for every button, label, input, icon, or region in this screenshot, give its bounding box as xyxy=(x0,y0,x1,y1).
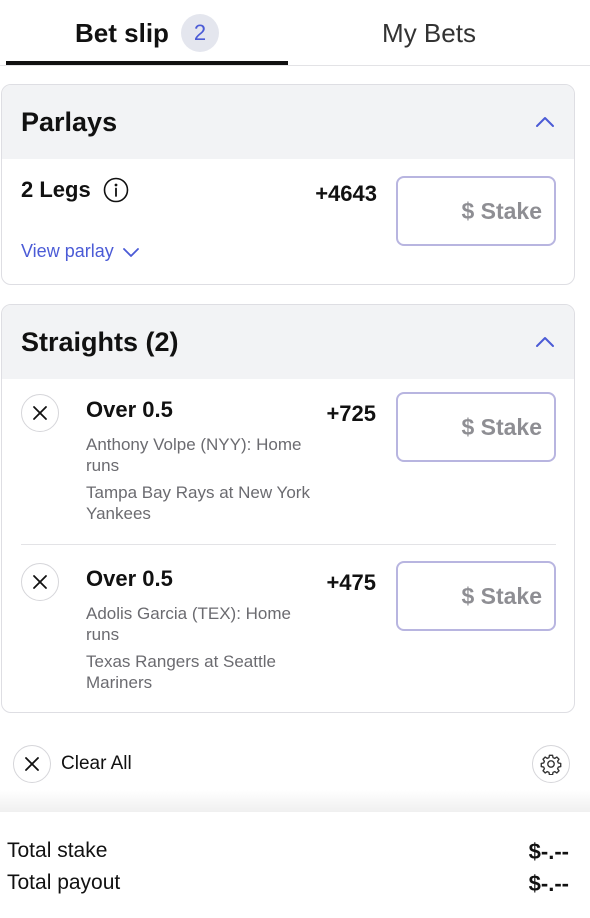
bet-stake-input[interactable] xyxy=(396,561,556,631)
clear-all-button[interactable]: Clear All xyxy=(13,745,132,783)
straights-section: Straights (2) Over 0.5 +725 Anthony Volp… xyxy=(1,304,575,713)
total-stake-label: Total stake xyxy=(7,839,108,862)
straights-header[interactable]: Straights (2) xyxy=(2,305,574,379)
settings-button[interactable] xyxy=(532,745,570,783)
parlay-legs: 2 Legs xyxy=(21,177,129,203)
total-stake-row: Total stake $-.-- xyxy=(7,839,569,865)
view-parlay-label: View parlay xyxy=(21,241,114,261)
chevron-up-icon[interactable] xyxy=(534,331,556,353)
tab-bet-slip[interactable]: Bet slip 2 xyxy=(6,0,288,66)
bet-divider xyxy=(21,544,556,545)
bet-event: Texas Rangers at Seattle Mariners xyxy=(86,652,276,692)
close-icon xyxy=(25,757,39,771)
active-tab-indicator xyxy=(6,61,288,65)
bet-odds: +475 xyxy=(326,570,376,595)
bet-slip-tabs: Bet slip 2 My Bets xyxy=(0,0,590,66)
bet-market: Adolis Garcia (TEX): Home runs xyxy=(86,604,291,644)
bet-selection: Over 0.5 xyxy=(86,397,173,422)
chevron-up-icon[interactable] xyxy=(534,111,556,133)
info-icon[interactable] xyxy=(103,177,129,203)
parlays-title: Parlays xyxy=(21,106,118,137)
view-parlay-link[interactable]: View parlay xyxy=(21,241,140,262)
parlay-stake-input[interactable] xyxy=(396,176,556,246)
parlay-legs-label: 2 Legs xyxy=(21,177,91,202)
tab-my-bets-label: My Bets xyxy=(382,17,476,48)
totals-footer: Total stake $-.-- Total payout $-.-- xyxy=(0,812,590,918)
tab-bet-slip-label: Bet slip xyxy=(75,17,169,48)
straights-title: Straights (2) xyxy=(21,326,179,357)
bet-odds: +725 xyxy=(326,401,376,426)
parlays-header[interactable]: Parlays xyxy=(2,85,574,159)
close-icon xyxy=(33,575,47,589)
chevron-down-icon xyxy=(122,247,139,257)
total-stake-value: $-.-- xyxy=(528,839,569,864)
bet-event: Tampa Bay Rays at New York Yankees xyxy=(86,483,310,523)
close-icon xyxy=(33,406,47,420)
bet-selection: Over 0.5 xyxy=(86,566,173,591)
remove-bet-button[interactable] xyxy=(21,394,59,432)
bet-market: Anthony Volpe (NYY): Home runs xyxy=(86,435,302,475)
tab-my-bets[interactable]: My Bets xyxy=(288,0,570,66)
bet-stake-input[interactable] xyxy=(396,392,556,462)
remove-bet-button[interactable] xyxy=(21,563,59,601)
total-payout-row: Total payout $-.-- xyxy=(7,871,569,897)
parlays-section: Parlays 2 Legs +4643 View parlay xyxy=(1,84,575,285)
total-payout-value: $-.-- xyxy=(528,871,569,896)
clear-all-label: Clear All xyxy=(61,753,132,774)
bet-count-badge: 2 xyxy=(180,14,219,52)
gear-icon xyxy=(540,754,562,775)
total-payout-label: Total payout xyxy=(7,871,121,894)
clear-all-icon-button[interactable] xyxy=(13,745,51,783)
parlay-odds: +4643 xyxy=(315,181,377,206)
